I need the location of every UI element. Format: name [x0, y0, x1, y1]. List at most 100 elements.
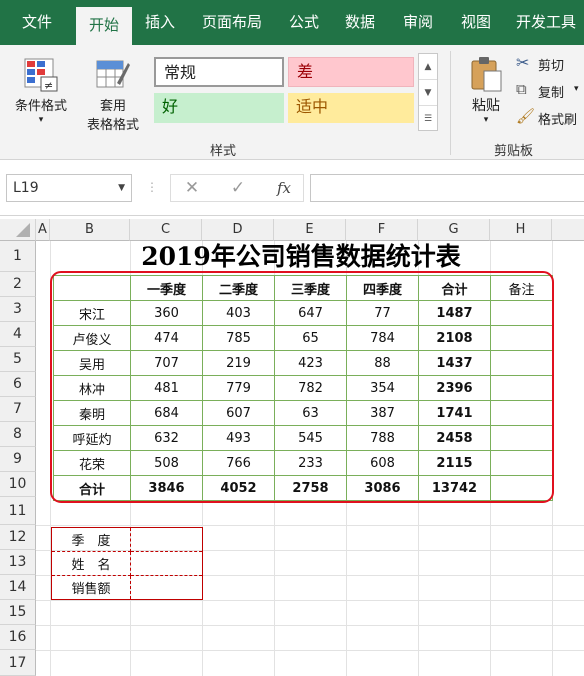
confirm-icon[interactable]: ✓: [222, 174, 254, 202]
formula-input[interactable]: [310, 174, 584, 202]
value-cell[interactable]: 766: [202, 450, 275, 476]
row-header-7[interactable]: 7: [0, 397, 36, 422]
value-cell[interactable]: 481: [130, 375, 203, 401]
style-neutral[interactable]: 适中: [288, 93, 414, 123]
value-cell[interactable]: 684: [130, 400, 203, 426]
note-cell[interactable]: [490, 450, 553, 476]
note-cell[interactable]: [490, 475, 553, 501]
conditional-format-button[interactable]: ≠ 条件格式 ▾: [6, 53, 76, 133]
cancel-icon[interactable]: ✕: [176, 174, 208, 202]
row-header-4[interactable]: 4: [0, 322, 36, 347]
value-cell[interactable]: 423: [274, 350, 347, 376]
total-cell[interactable]: 2458: [418, 425, 491, 451]
column-header-h[interactable]: H: [490, 219, 552, 241]
total-value-cell[interactable]: 3846: [130, 475, 203, 501]
row-header-17[interactable]: 17: [0, 650, 36, 676]
note-cell[interactable]: [490, 300, 553, 326]
table-header-cell[interactable]: 一季度: [130, 275, 203, 301]
tab-page-layout[interactable]: 页面布局: [194, 0, 270, 45]
total-value-cell[interactable]: 2758: [274, 475, 347, 501]
row-header-9[interactable]: 9: [0, 447, 36, 472]
value-cell[interactable]: 360: [130, 300, 203, 326]
value-cell[interactable]: 65: [274, 325, 347, 351]
name-cell[interactable]: 呼延灼: [53, 425, 131, 451]
name-cell[interactable]: 卢俊义: [53, 325, 131, 351]
value-cell[interactable]: 474: [130, 325, 203, 351]
row-header-16[interactable]: 16: [0, 625, 36, 650]
row-header-1[interactable]: 1: [0, 241, 36, 272]
lookup-value-sales[interactable]: [130, 575, 203, 600]
chevron-down-icon[interactable]: ▼: [118, 175, 125, 201]
name-cell[interactable]: 林冲: [53, 375, 131, 401]
value-cell[interactable]: 607: [202, 400, 275, 426]
value-cell[interactable]: 403: [202, 300, 275, 326]
table-header-cell[interactable]: [53, 275, 131, 301]
format-painter-button[interactable]: 🖌 格式刷: [514, 107, 584, 129]
tab-view[interactable]: 视图: [452, 0, 500, 45]
total-value-cell[interactable]: 3086: [346, 475, 419, 501]
note-cell[interactable]: [490, 375, 553, 401]
value-cell[interactable]: 508: [130, 450, 203, 476]
value-cell[interactable]: 784: [346, 325, 419, 351]
note-cell[interactable]: [490, 350, 553, 376]
total-cell[interactable]: 2396: [418, 375, 491, 401]
value-cell[interactable]: 219: [202, 350, 275, 376]
total-cell[interactable]: 1487: [418, 300, 491, 326]
scroll-up-icon[interactable]: ▲: [419, 54, 437, 80]
row-header-2[interactable]: 2: [0, 272, 36, 297]
tab-file[interactable]: 文件: [8, 0, 66, 45]
name-cell[interactable]: 吴用: [53, 350, 131, 376]
scroll-down-icon[interactable]: ▼: [419, 80, 437, 106]
note-cell[interactable]: [490, 400, 553, 426]
value-cell[interactable]: 788: [346, 425, 419, 451]
value-cell[interactable]: 545: [274, 425, 347, 451]
gallery-more-icon[interactable]: ☰: [419, 106, 437, 132]
value-cell[interactable]: 782: [274, 375, 347, 401]
lookup-value-name[interactable]: [130, 551, 203, 576]
format-as-table-button[interactable]: 套用 表格格式: [78, 53, 148, 133]
lookup-label-quarter[interactable]: 季 度: [51, 527, 131, 552]
row-header-15[interactable]: 15: [0, 600, 36, 625]
total-value-cell[interactable]: 4052: [202, 475, 275, 501]
row-header-5[interactable]: 5: [0, 347, 36, 372]
table-header-cell[interactable]: 二季度: [202, 275, 275, 301]
name-box[interactable]: L19 ▼: [6, 174, 132, 202]
row-header-13[interactable]: 13: [0, 550, 36, 575]
total-cell[interactable]: 1437: [418, 350, 491, 376]
splitter-icon[interactable]: ⋮: [146, 180, 158, 194]
grand-total-cell[interactable]: 13742: [418, 475, 491, 501]
name-cell[interactable]: 秦明: [53, 400, 131, 426]
column-header-a[interactable]: A: [36, 219, 50, 241]
lookup-label-sales[interactable]: 销售额: [51, 575, 131, 600]
tab-developer[interactable]: 开发工具: [508, 0, 584, 45]
row-header-10[interactable]: 10: [0, 472, 36, 497]
row-header-3[interactable]: 3: [0, 297, 36, 322]
column-header-b[interactable]: B: [50, 219, 130, 241]
style-normal[interactable]: 常规: [154, 57, 284, 87]
row-header-6[interactable]: 6: [0, 372, 36, 397]
note-cell[interactable]: [490, 425, 553, 451]
value-cell[interactable]: 233: [274, 450, 347, 476]
value-cell[interactable]: 779: [202, 375, 275, 401]
row-header-8[interactable]: 8: [0, 422, 36, 447]
column-header-g[interactable]: G: [418, 219, 490, 241]
total-cell[interactable]: 2115: [418, 450, 491, 476]
column-header-d[interactable]: D: [202, 219, 274, 241]
table-header-cell[interactable]: 备注: [490, 275, 553, 301]
note-cell[interactable]: [490, 325, 553, 351]
value-cell[interactable]: 608: [346, 450, 419, 476]
row-header-11[interactable]: 11: [0, 497, 36, 525]
value-cell[interactable]: 707: [130, 350, 203, 376]
style-good[interactable]: 好: [154, 93, 284, 123]
tab-home[interactable]: 开始: [76, 7, 132, 45]
row-header-14[interactable]: 14: [0, 575, 36, 600]
value-cell[interactable]: 647: [274, 300, 347, 326]
column-header-e[interactable]: E: [274, 219, 346, 241]
value-cell[interactable]: 785: [202, 325, 275, 351]
value-cell[interactable]: 77: [346, 300, 419, 326]
select-all-corner[interactable]: [0, 219, 36, 241]
table-header-cell[interactable]: 合计: [418, 275, 491, 301]
table-header-cell[interactable]: 四季度: [346, 275, 419, 301]
total-cell[interactable]: 1741: [418, 400, 491, 426]
sheet-title[interactable]: 2019年公司销售数据统计表: [50, 241, 552, 272]
